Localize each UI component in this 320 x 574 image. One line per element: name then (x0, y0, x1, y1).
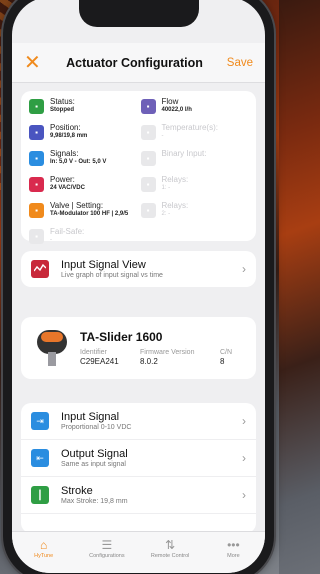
binary-input-icon: ▪ (140, 151, 156, 166)
tab-remote-control[interactable]: ⇅ Remote Control (140, 538, 200, 573)
tab-label: More (227, 553, 240, 559)
device-name: TA-Slider 1600 (80, 330, 163, 344)
save-button[interactable]: Save (217, 57, 253, 69)
sliders-icon: ▪ (29, 99, 44, 114)
status-item-value: 9,98/19,8 mm (50, 133, 88, 139)
settings-row-subtitle: Proportional 0-10 VDC (61, 424, 132, 431)
cn-value: 8 (220, 357, 225, 366)
settings-row-input-signal[interactable]: ⇥ Input Signal Proportional 0-10 VDC › (21, 403, 256, 440)
settings-row-stroke[interactable]: ┃ Stroke Max Stroke: 19,8 mm › (21, 477, 256, 514)
status-item-value: 1: - (161, 185, 171, 191)
settings-row-output-signal[interactable]: ⇤ Output Signal Same as input signal › (21, 440, 256, 477)
valve-icon: ▪ (29, 203, 44, 218)
settings-card: ⇥ Input Signal Proportional 0-10 VDC › ⇤… (21, 403, 256, 533)
tab-configurations[interactable]: ☰ Configurations (77, 538, 137, 573)
home-icon: ⌂ (40, 538, 48, 552)
settings-row-title: Output Signal (61, 448, 128, 460)
navigation-bar: ✕ Actuator Configuration Save (12, 43, 265, 83)
status-item-label: Relays: (161, 175, 189, 184)
status-grid: ▪ Status: Stopped ▪ Flow 40022,0 l/h ▪ Position… (29, 97, 248, 250)
power-icon: ▪ (29, 177, 44, 192)
status-item-label: Flow (161, 97, 179, 106)
status-item-value: - (50, 237, 52, 243)
firmware-label: Firmware Version (140, 349, 195, 356)
status-item: ▪ Fail-Safe: - (29, 227, 137, 250)
more-icon: ••• (227, 538, 240, 552)
phone-notch (78, 0, 199, 27)
status-item-label: Valve | Setting: (50, 201, 104, 210)
status-item: ▪ Binary Input: (140, 149, 249, 172)
status-item-value: Stopped (50, 107, 74, 113)
relay-icon: ▪ (140, 177, 156, 192)
fail-safe-icon: ▪ (29, 229, 44, 244)
device-info-card: TA-Slider 1600 Identifier Firmware Versi… (21, 317, 256, 379)
tab-hytune[interactable]: ⌂ HyTune (14, 538, 74, 573)
status-item-label: Status: (50, 97, 75, 106)
status-item: ▪ Flow 40022,0 l/h (140, 97, 249, 120)
identifier-value: C29EA241 (80, 357, 119, 366)
status-item-value: 2: - (161, 211, 171, 217)
status-item: ▪ Power: 24 VAC/VDC (29, 175, 137, 198)
tab-more[interactable]: ••• More (203, 538, 263, 573)
input-signal-view-title: Input Signal View (61, 259, 146, 271)
relay-icon: ▪ (140, 203, 156, 218)
input-signal-icon: ⇥ (31, 412, 49, 430)
status-item: ▪ Status: Stopped (29, 97, 137, 120)
chevron-right-icon: › (242, 414, 246, 428)
app-screen: ✕ Actuator Configuration Save ▪ Status: St… (12, 0, 265, 573)
status-item-value: 24 VAC/VDC (50, 185, 85, 191)
tab-bar: ⌂ HyTune ☰ Configurations ⇅ Remote Control •••… (12, 531, 265, 573)
status-item-value: - (161, 133, 164, 139)
input-signal-view-subtitle: Live graph of input signal vs time (61, 272, 163, 279)
cn-label: C/N (220, 349, 233, 356)
firmware-value: 8.0.2 (140, 357, 158, 366)
status-item: ▪ Relays: 1: - (140, 175, 249, 198)
phone-frame: ✕ Actuator Configuration Save ▪ Status: St… (3, 0, 274, 574)
input-signal-view-row[interactable]: Input Signal View Live graph of input si… (21, 251, 256, 287)
status-item: ▪ Signals: In: 5,0 V - Out: 5,0 V (29, 149, 137, 172)
page-title: Actuator Configuration (66, 55, 203, 70)
status-item-label: Signals: (50, 149, 79, 158)
tab-label: Configurations (89, 553, 125, 559)
identifier-label: Identifier (80, 349, 107, 356)
status-item-value: TA-Modulator 100 HF | 2,9/5 (50, 211, 129, 217)
tab-label: Remote Control (150, 553, 190, 559)
status-card: ▪ Status: Stopped ▪ Flow 40022,0 l/h ▪ Position… (21, 91, 256, 244)
status-item-value: 40022,0 l/h (161, 107, 192, 113)
graph-icon (31, 260, 49, 278)
chevron-right-icon: › (242, 262, 246, 276)
status-item-label: Power: (50, 175, 75, 184)
tab-label: HyTune (34, 553, 54, 559)
actuator-image (31, 326, 67, 370)
settings-row-title: Stroke (61, 485, 93, 497)
settings-row-subtitle: Max Stroke: 19,8 mm (61, 498, 128, 505)
status-item-label: Temperature(s): (161, 123, 218, 132)
list-icon: ☰ (101, 538, 113, 552)
output-signal-icon: ⇤ (31, 449, 49, 467)
chevron-right-icon: › (242, 451, 246, 465)
status-item: ▪ Position: 9,98/19,8 mm (29, 123, 137, 146)
status-item: ▪ Valve | Setting: TA-Modulator 100 HF | 2… (29, 201, 137, 224)
signal-icon: ▪ (29, 151, 44, 166)
status-item-label: Relays: (161, 201, 189, 210)
status-item-label: Position: (50, 123, 81, 132)
remote-icon: ⇅ (165, 538, 176, 552)
status-item: ▪ Relays: 2: - (140, 201, 249, 224)
status-item-label: Fail-Safe: (50, 227, 85, 236)
status-item-value: In: 5,0 V - Out: 5,0 V (50, 159, 107, 165)
temperature-icon: ▪ (140, 125, 156, 140)
status-item: ▪ Temperature(s): - (140, 123, 249, 146)
flow-icon: ▪ (140, 99, 156, 114)
stroke-icon: ┃ (31, 486, 49, 504)
close-icon[interactable]: ✕ (24, 50, 52, 75)
chevron-right-icon: › (242, 488, 246, 502)
settings-row-subtitle: Same as input signal (61, 461, 126, 468)
status-item-label: Binary Input: (161, 149, 207, 158)
position-icon: ▪ (29, 125, 44, 140)
settings-row-title: Input Signal (61, 411, 120, 423)
